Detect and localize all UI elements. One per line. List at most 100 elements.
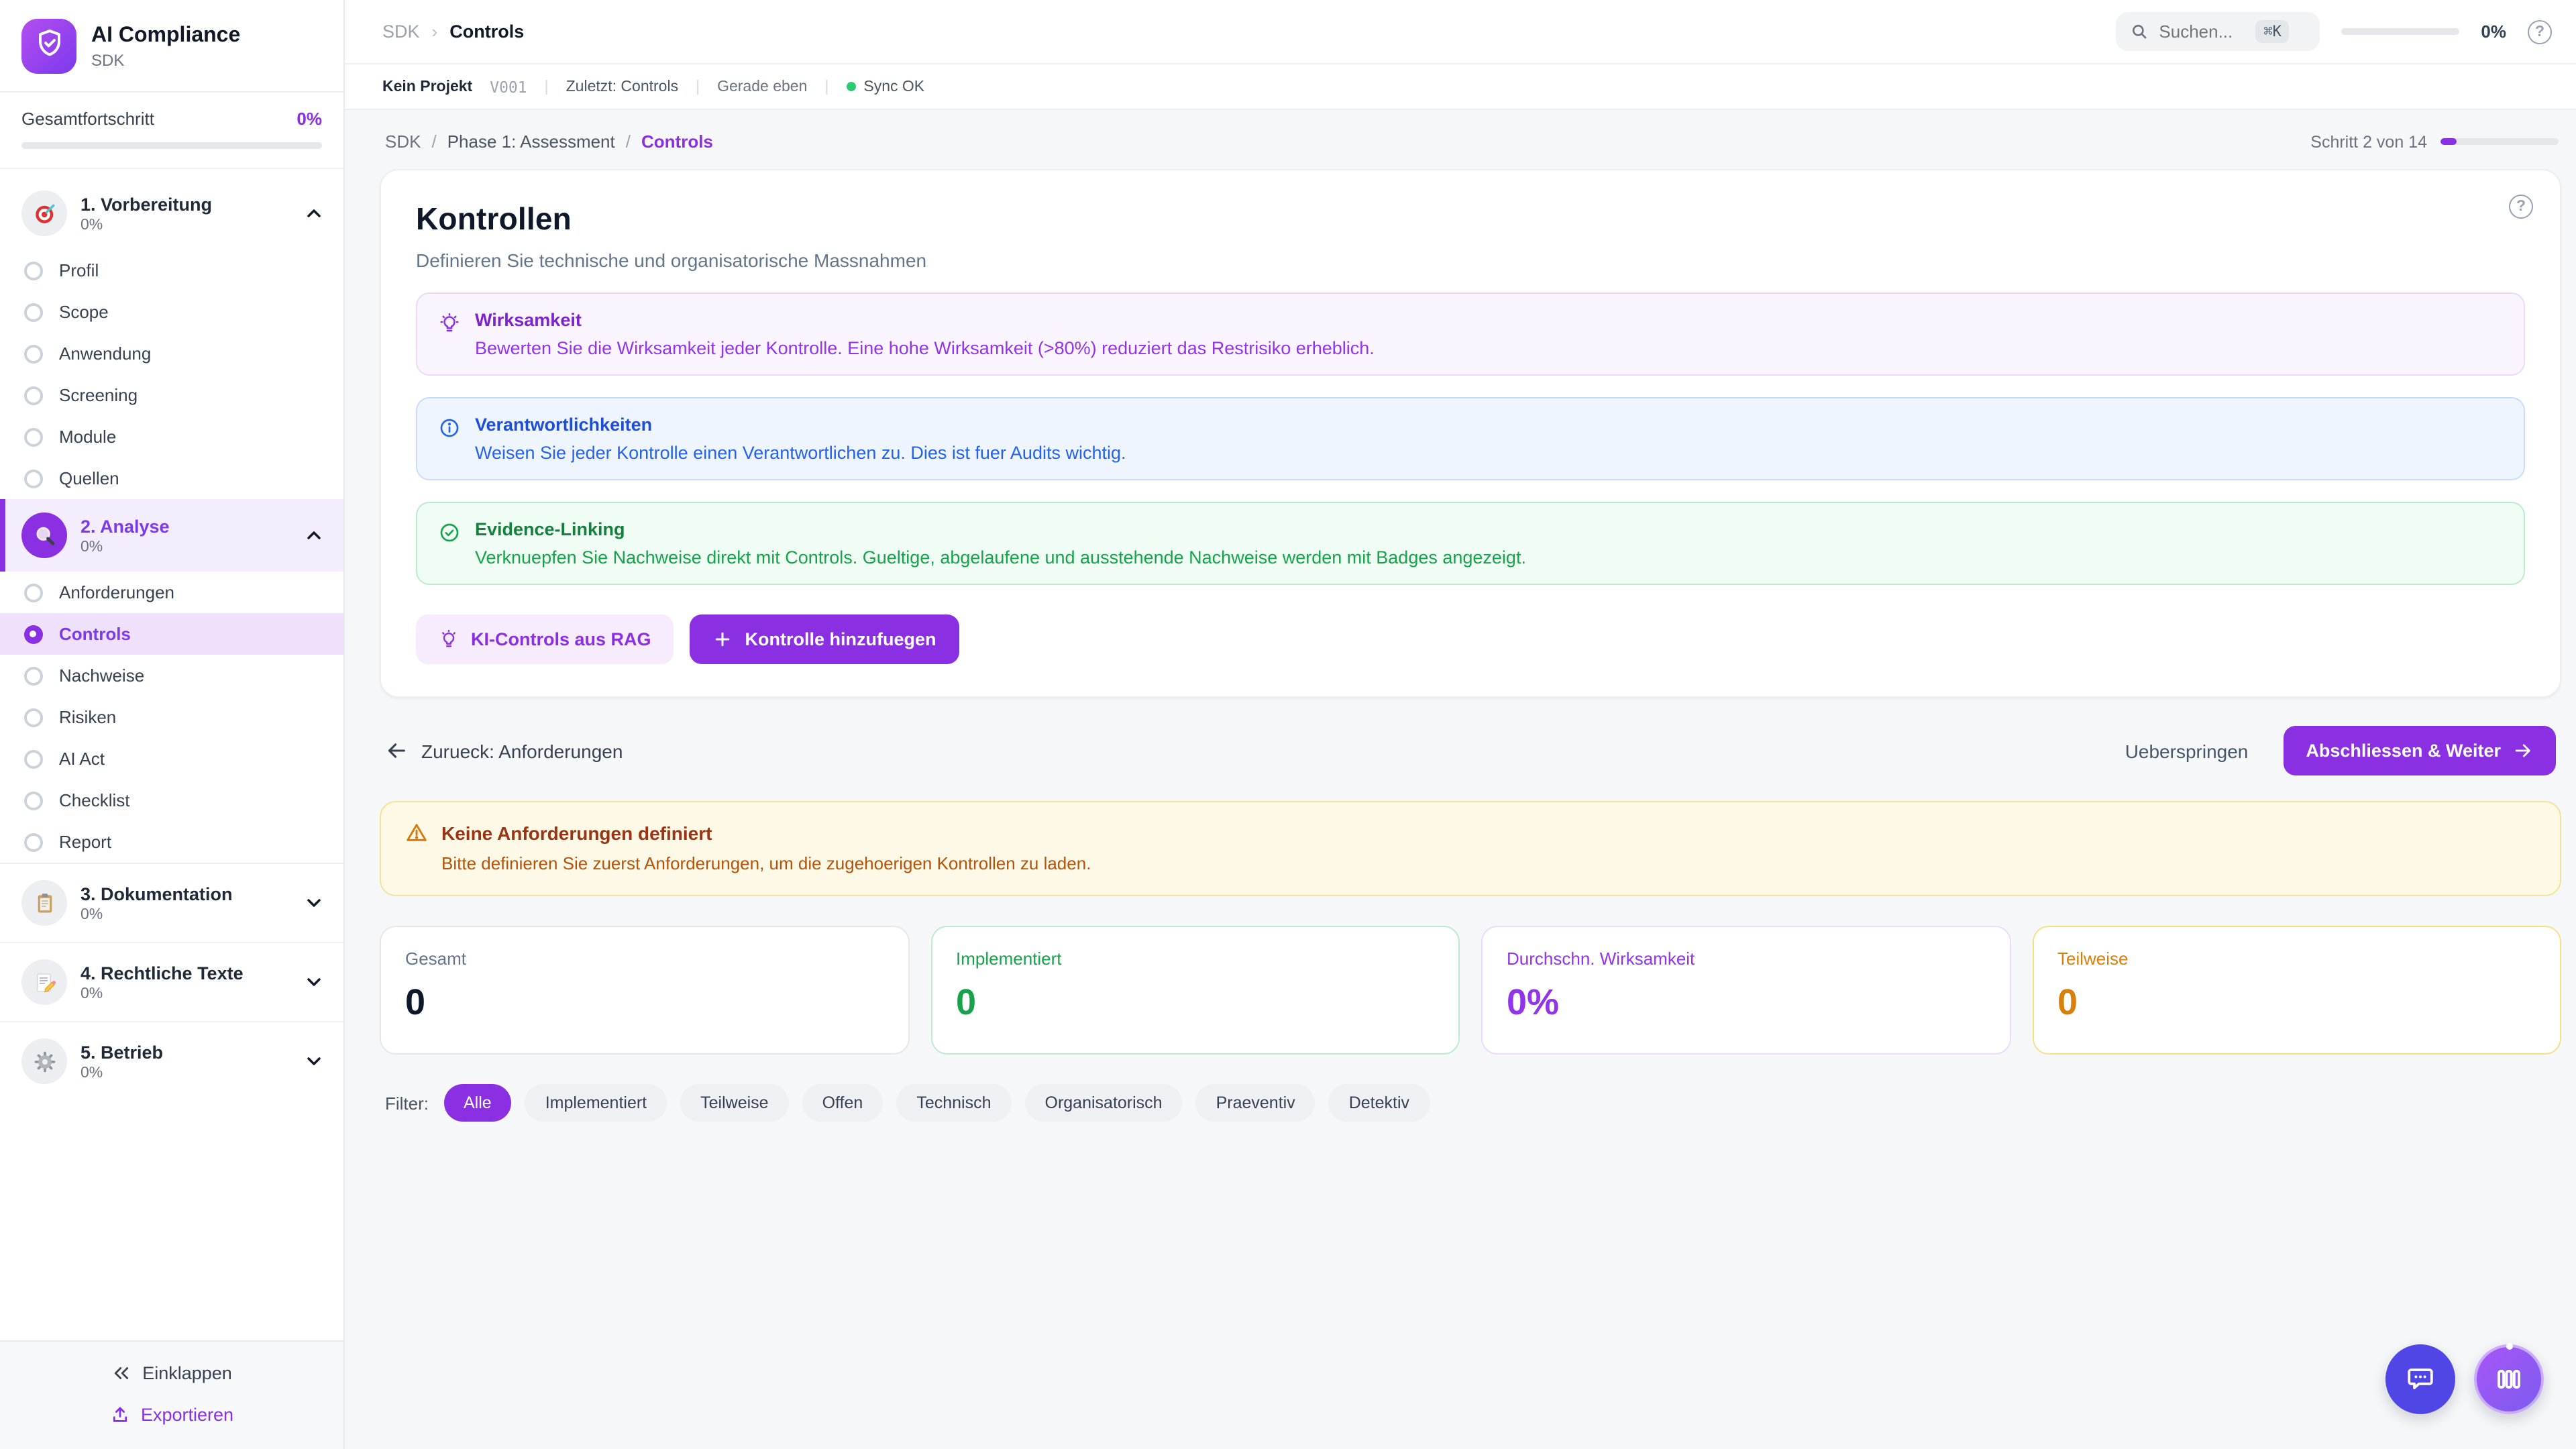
sidebar-item-profil[interactable]: Profil xyxy=(0,250,343,291)
filter-chip-offen[interactable]: Offen xyxy=(802,1084,883,1122)
step-indicator: Schritt 2 von 14 xyxy=(2310,132,2427,151)
breadcrumb: SDK / Phase 1: Assessment / Controls xyxy=(385,131,713,152)
chat-button[interactable] xyxy=(2385,1344,2455,1414)
radio-circle-icon xyxy=(24,344,43,363)
floating-buttons xyxy=(2385,1344,2544,1414)
check-circle-icon xyxy=(439,522,460,543)
wizard-nav: Zurueck: Anforderungen Ueberspringen Abs… xyxy=(385,726,2556,775)
infobox-body: Verknuepfen Sie Nachweise direkt mit Con… xyxy=(475,547,1526,568)
overall-progress-value: 0% xyxy=(297,109,322,129)
sidebar-item-scope[interactable]: Scope xyxy=(0,291,343,333)
stat-label: Durchschn. Wirksamkeit xyxy=(1507,949,1985,969)
radio-circle-icon xyxy=(24,261,43,280)
radio-circle-icon xyxy=(24,666,43,685)
stat-card-wirksamkeit: Durchschn. Wirksamkeit 0% xyxy=(1481,926,2010,1055)
topbar-progress-track xyxy=(2341,28,2459,35)
filter-chip-teilweise[interactable]: Teilweise xyxy=(680,1084,788,1122)
chevron-down-icon xyxy=(303,1051,325,1072)
sidebar-item-module[interactable]: Module xyxy=(0,416,343,458)
lightbulb-icon xyxy=(439,313,460,334)
filter-chip-praeventiv[interactable]: Praeventiv xyxy=(1196,1084,1316,1122)
filter-chip-detektiv[interactable]: Detektiv xyxy=(1329,1084,1430,1122)
breadcrumb-current: Controls xyxy=(641,131,713,152)
infobox-evidence-linking: Evidence-Linking Verknuepfen Sie Nachwei… xyxy=(416,502,2525,585)
sidebar-header: AI Compliance SDK xyxy=(0,0,343,91)
stat-card-implementiert: Implementiert 0 xyxy=(930,926,1460,1055)
chevron-up-icon xyxy=(303,525,325,546)
sync-status: Sync OK xyxy=(846,78,924,95)
sidebar: AI Compliance SDK Gesamtfortschritt 0% 1… xyxy=(0,0,345,1449)
sidebar-item-screening[interactable]: Screening xyxy=(0,374,343,416)
radio-circle-icon xyxy=(24,303,43,321)
sidebar-item-controls[interactable]: Controls xyxy=(0,613,343,655)
sidebar-item-checklist[interactable]: Checklist xyxy=(0,780,343,821)
help-icon[interactable]: ? xyxy=(2528,19,2552,44)
section-pct: 0% xyxy=(80,217,290,233)
page-header: SDK / Phase 1: Assessment / Controls Sch… xyxy=(385,131,2559,152)
finish-next-button[interactable]: Abschliessen & Weiter xyxy=(2283,726,2556,775)
warning-triangle-icon xyxy=(405,821,428,844)
stat-card-teilweise: Teilweise 0 xyxy=(2032,926,2561,1055)
sync-dot-icon xyxy=(846,82,855,91)
sidebar-item-report[interactable]: Report xyxy=(0,821,343,863)
sidebar-item-nachweise[interactable]: Nachweise xyxy=(0,655,343,696)
stat-label: Implementiert xyxy=(956,949,1434,969)
ki-controls-button[interactable]: KI-Controls aus RAG xyxy=(416,614,674,664)
section-label: 3. Dokumentation xyxy=(80,883,290,904)
sidebar-item-anforderungen[interactable]: Anforderungen xyxy=(0,572,343,613)
sidebar-item-ai-act[interactable]: AI Act xyxy=(0,738,343,780)
filter-chip-technisch[interactable]: Technisch xyxy=(896,1084,1011,1122)
section-label: 1. Vorbereitung xyxy=(80,194,290,214)
filter-chip-alle[interactable]: Alle xyxy=(443,1084,512,1122)
sidebar-section-rechtliche-texte[interactable]: 4. Rechtliche Texte 0% xyxy=(0,942,343,1021)
filter-chip-implementiert[interactable]: Implementiert xyxy=(525,1084,667,1122)
card-help-icon[interactable]: ? xyxy=(2509,195,2533,219)
infobox-title: Verantwortlichkeiten xyxy=(475,415,1126,435)
radio-circle-icon xyxy=(24,469,43,488)
project-version: V001 xyxy=(490,77,527,96)
arrow-right-icon xyxy=(2513,741,2533,761)
skip-button[interactable]: Ueberspringen xyxy=(2125,740,2249,761)
search-box[interactable]: ⌘K xyxy=(2116,12,2320,51)
app-root: AI Compliance SDK Gesamtfortschritt 0% 1… xyxy=(0,0,2576,1449)
clipboard-icon xyxy=(21,880,67,926)
filter-row: Filter: Alle Implementiert Teilweise Off… xyxy=(385,1084,2561,1122)
chat-bubble-icon xyxy=(2404,1363,2436,1395)
stat-value: 0 xyxy=(2057,982,2536,1024)
app-title: AI Compliance xyxy=(91,23,240,48)
breadcrumb-sdk[interactable]: SDK xyxy=(385,131,421,152)
lightbulb-icon xyxy=(439,629,459,649)
sidebar-item-risiken[interactable]: Risiken xyxy=(0,696,343,738)
overall-progress: Gesamtfortschritt 0% xyxy=(0,91,343,169)
app-logo xyxy=(21,19,76,74)
sidebar-section-betrieb[interactable]: 5. Betrieb 0% xyxy=(0,1021,343,1100)
page-subtitle: Definieren Sie technische und organisato… xyxy=(416,250,2525,271)
chevron-down-icon xyxy=(303,892,325,914)
add-control-button[interactable]: Kontrolle hinzufuegen xyxy=(690,614,959,664)
sidebar-item-quellen[interactable]: Quellen xyxy=(0,458,343,499)
chevron-up-icon xyxy=(303,203,325,224)
page-title: Kontrollen xyxy=(416,201,2525,237)
infobox-wirksamkeit: Wirksamkeit Bewerten Sie die Wirksamkeit… xyxy=(416,292,2525,376)
breadcrumb-phase[interactable]: Phase 1: Assessment xyxy=(447,131,615,152)
collapse-sidebar-button[interactable]: Einklappen xyxy=(111,1363,232,1383)
filter-chip-organisatorisch[interactable]: Organisatorisch xyxy=(1025,1084,1183,1122)
board-view-button[interactable] xyxy=(2474,1344,2544,1414)
sidebar-section-analyse[interactable]: 2. Analyse 0% xyxy=(0,499,343,572)
topbar-progress-value: 0% xyxy=(2481,21,2506,42)
sidebar-section-vorbereitung[interactable]: 1. Vorbereitung 0% xyxy=(0,177,343,250)
stats-row: Gesamt 0 Implementiert 0 Durchschn. Wirk… xyxy=(380,926,2561,1055)
search-input[interactable] xyxy=(2159,21,2245,42)
back-button[interactable]: Zurueck: Anforderungen xyxy=(385,739,623,762)
last-saved-time: Gerade eben xyxy=(717,78,807,95)
sidebar-section-dokumentation[interactable]: 3. Dokumentation 0% xyxy=(0,863,343,942)
radio-circle-icon xyxy=(24,427,43,446)
export-button[interactable]: Exportieren xyxy=(110,1405,233,1425)
sidebar-item-anwendung[interactable]: Anwendung xyxy=(0,333,343,374)
section-label: 2. Analyse xyxy=(80,516,290,536)
shield-check-icon xyxy=(33,27,65,66)
topbar-breadcrumb-root[interactable]: SDK xyxy=(382,21,420,42)
radio-circle-icon xyxy=(24,708,43,727)
section-pct: 0% xyxy=(80,539,290,555)
infobox-title: Wirksamkeit xyxy=(475,310,1375,330)
